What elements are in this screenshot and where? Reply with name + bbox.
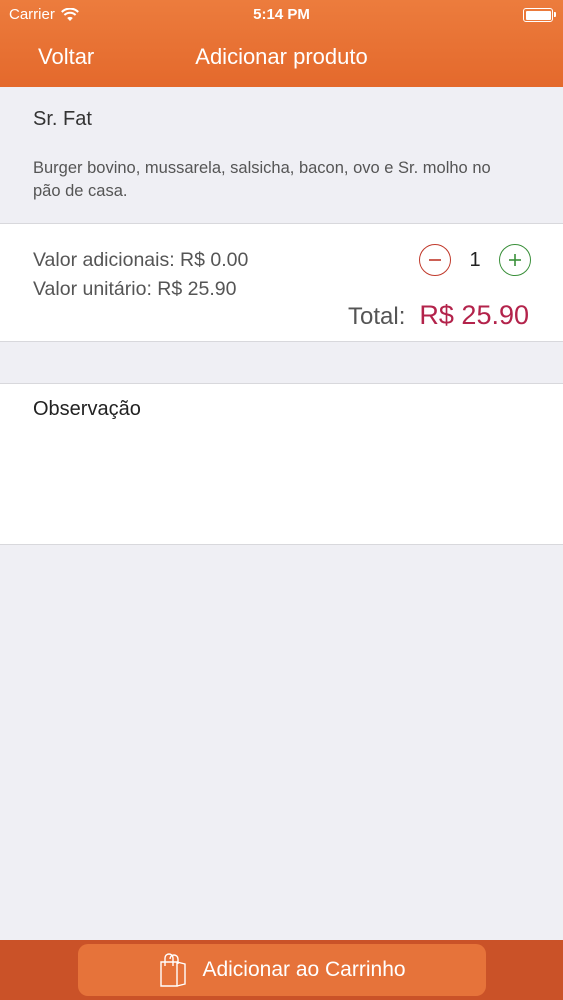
decrease-quantity-button[interactable] [419, 244, 451, 276]
battery-level [525, 10, 551, 20]
total-row: Total: R$ 25.90 [348, 300, 529, 331]
additional-price: Valor adicionais: R$ 0.00 [33, 249, 249, 271]
quantity-value: 1 [469, 248, 481, 271]
minus-circle-icon [429, 259, 441, 261]
battery-icon [523, 8, 556, 22]
status-bar: Carrier 5:14 PM [0, 0, 563, 30]
plus-circle-icon [509, 254, 521, 266]
total-value: R$ 25.90 [419, 300, 529, 330]
observation-label: Observação [33, 398, 141, 420]
observation-section: Observação [0, 383, 563, 545]
page-title: Adicionar produto [195, 44, 368, 69]
clock: 5:14 PM [253, 6, 310, 23]
add-to-cart-button[interactable]: Adicionar ao Carrinho [78, 944, 486, 996]
price-section: Valor adicionais: R$ 0.00 Valor unitário… [0, 224, 563, 342]
add-to-cart-label: Adicionar ao Carrinho [202, 958, 406, 981]
product-description: Burger bovino, mussarela, salsicha, baco… [33, 159, 491, 200]
product-info: Sr. Fat Burger bovino, mussarela, salsic… [0, 87, 563, 224]
quantity-stepper: 1 [419, 244, 531, 276]
observation-input[interactable] [0, 432, 563, 544]
bottom-bar: Adicionar ao Carrinho [0, 940, 563, 1000]
shopping-bag-icon [158, 952, 188, 988]
increase-quantity-button[interactable] [499, 244, 531, 276]
unit-price: Valor unitário: R$ 25.90 [33, 278, 237, 300]
nav-bar: Voltar Adicionar produto [0, 30, 563, 87]
add-product-screen: Carrier 5:14 PM Voltar Adicionar produto… [0, 0, 563, 1000]
header: Carrier 5:14 PM Voltar Adicionar produto [0, 0, 563, 87]
total-label: Total: [348, 303, 406, 330]
product-name: Sr. Fat [33, 108, 92, 130]
